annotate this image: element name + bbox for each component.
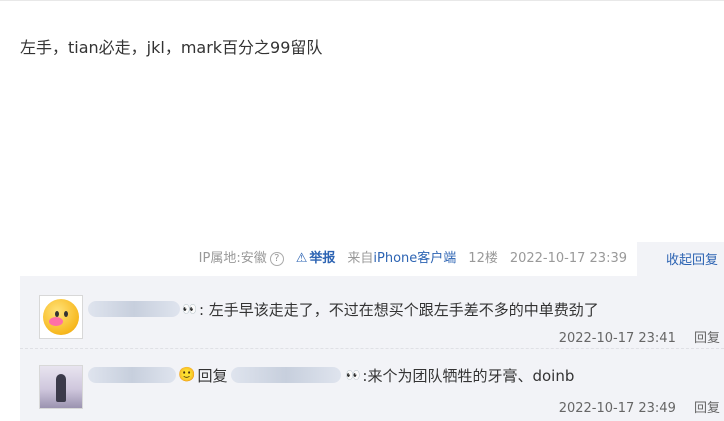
target-username-blurred[interactable] bbox=[231, 367, 342, 383]
avatar[interactable] bbox=[39, 365, 83, 409]
eyes-emoji-icon: 👀 bbox=[345, 368, 361, 382]
reply-button[interactable]: 回复 bbox=[694, 331, 720, 346]
eyes-emoji-icon: 👀 bbox=[182, 302, 197, 316]
reply-timestamp: 2022-10-17 23:41 bbox=[558, 331, 676, 346]
avatar[interactable] bbox=[39, 295, 83, 339]
reply-line: 👀 : 左手早该走走了，不过在想买个跟左手差不多的中单费劲了 bbox=[88, 298, 599, 320]
reply-text: :来个为团队牺牲的牙膏、doinb bbox=[362, 366, 575, 385]
username-blurred[interactable] bbox=[88, 301, 180, 317]
smile-emoji-icon: 🙂 bbox=[178, 367, 196, 383]
reply-timestamp: 2022-10-17 23:49 bbox=[558, 401, 676, 416]
ip-location: IP属地:安徽 bbox=[198, 251, 267, 266]
reply-footer: 2022-10-17 23:41 回复 bbox=[559, 327, 720, 346]
floor-number: 12楼 bbox=[468, 251, 498, 266]
collapse-replies-button[interactable]: 收起回复 bbox=[637, 242, 724, 276]
report-label: 举报 bbox=[309, 251, 336, 266]
post-content: 左手，tian必走，jkl，mark百分之99留队 bbox=[20, 38, 323, 57]
device-prefix: 来自 bbox=[347, 251, 374, 266]
reply-panel: 👀 : 左手早该走走了，不过在想买个跟左手差不多的中单费劲了 2022-10-1… bbox=[20, 276, 724, 421]
reply-item: 🙂 回复 👀 :来个为团队牺牲的牙膏、doinb 2022-10-17 23:4… bbox=[20, 348, 724, 421]
person-photo-icon bbox=[56, 374, 66, 402]
reply-button[interactable]: 回复 bbox=[694, 401, 720, 416]
device-link[interactable]: iPhone客户端 bbox=[373, 251, 456, 266]
warning-icon: ⚠ bbox=[295, 251, 308, 266]
post-timestamp: 2022-10-17 23:39 bbox=[509, 251, 627, 266]
top-divider bbox=[0, 0, 724, 1]
emoji-face-icon bbox=[43, 299, 79, 335]
help-icon[interactable]: ? bbox=[269, 252, 284, 266]
username-blurred[interactable] bbox=[88, 367, 176, 383]
device-source: 来自iPhone客户端 bbox=[347, 248, 456, 270]
reply-line: 🙂 回复 👀 :来个为团队牺牲的牙膏、doinb bbox=[88, 364, 574, 386]
report-button[interactable]: ⚠ 举报 bbox=[296, 248, 336, 270]
reply-prefix: 回复 bbox=[197, 366, 228, 385]
reply-footer: 2022-10-17 23:49 回复 bbox=[559, 397, 720, 416]
post-meta-bar: IP属地:安徽 ? ⚠ 举报 来自iPhone客户端 12楼 2022-10-1… bbox=[199, 248, 627, 270]
reply-item: 👀 : 左手早该走走了，不过在想买个跟左手差不多的中单费劲了 2022-10-1… bbox=[20, 276, 724, 348]
reply-text: : 左手早该走走了，不过在想买个跟左手差不多的中单费劲了 bbox=[198, 300, 599, 319]
